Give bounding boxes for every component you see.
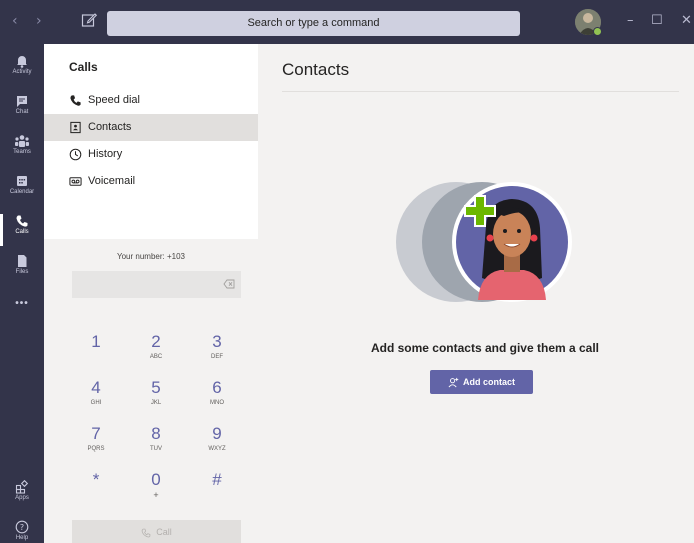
- back-arrow-icon[interactable]: ‹: [12, 13, 18, 29]
- phone-icon: [16, 215, 28, 227]
- apps-icon: [15, 480, 29, 494]
- dial-key-0[interactable]: 0 +: [126, 470, 186, 514]
- rail-item-apps[interactable]: Apps: [0, 476, 44, 516]
- rail-item-teams[interactable]: Teams: [0, 130, 44, 170]
- add-contact-label: Add contact: [462, 377, 515, 387]
- compose-icon[interactable]: [80, 11, 98, 29]
- add-person-icon: [448, 378, 459, 388]
- rail-item-calls[interactable]: Calls: [0, 210, 44, 250]
- rail-item-chat[interactable]: Chat: [0, 90, 44, 130]
- rail-item-label: Chat: [15, 109, 29, 115]
- rail-item-help[interactable]: ? Help: [0, 516, 44, 543]
- dial-key-8[interactable]: 8 TUV: [126, 424, 186, 468]
- presence-status-badge: [593, 27, 602, 36]
- dial-key-1[interactable]: 1: [66, 332, 126, 376]
- dial-key-5[interactable]: 5 JKL: [126, 378, 186, 422]
- contact-card-icon: [70, 121, 81, 134]
- add-contact-button[interactable]: Add contact: [430, 370, 533, 394]
- contacts-illustration: [396, 182, 572, 302]
- help-icon: ?: [15, 520, 29, 534]
- bell-icon: [17, 56, 27, 68]
- rail-item-label: Apps: [15, 495, 29, 501]
- phone-number-input[interactable]: [72, 271, 241, 298]
- maximize-button[interactable]: ☐: [651, 13, 663, 28]
- rail-item-label: Calls: [15, 229, 29, 235]
- backspace-icon[interactable]: [223, 279, 235, 289]
- rail-item-label: Activity: [12, 69, 32, 75]
- menu-item-voicemail[interactable]: Voicemail: [44, 168, 258, 195]
- search-input[interactable]: Search or type a command: [107, 11, 520, 36]
- minimize-button[interactable]: –: [627, 13, 634, 28]
- calls-pane: Calls Speed dial Contacts History Voicem…: [44, 44, 258, 543]
- rail-item-label: Calendar: [9, 189, 35, 195]
- menu-item-label: Contacts: [88, 121, 132, 133]
- menu-item-speed-dial[interactable]: Speed dial: [44, 87, 258, 114]
- call-button[interactable]: Call: [72, 520, 241, 543]
- dial-key-9[interactable]: 9 WXYZ: [187, 424, 247, 468]
- empty-state-message: Add some contacts and give them a call: [370, 341, 600, 355]
- rail-item-files[interactable]: Files: [0, 250, 44, 290]
- phone-icon: [141, 528, 151, 537]
- pane-title: Calls: [69, 60, 98, 74]
- more-apps-icon[interactable]: •••: [0, 298, 44, 338]
- voicemail-icon: [69, 177, 82, 186]
- dial-key-2[interactable]: 2 ABC: [126, 332, 186, 376]
- app-rail: Activity Chat Teams Calendar Calls Files…: [0, 44, 44, 543]
- menu-item-contacts[interactable]: Contacts: [44, 114, 258, 141]
- divider: [282, 91, 679, 92]
- svg-text:?: ?: [20, 523, 24, 532]
- menu-item-label: Voicemail: [88, 175, 136, 187]
- call-button-label: Call: [156, 527, 172, 537]
- file-icon: [18, 255, 27, 267]
- chat-icon: [17, 96, 27, 107]
- rail-item-activity[interactable]: Activity: [0, 50, 44, 90]
- phone-icon: [70, 95, 81, 106]
- clock-icon: [69, 148, 82, 161]
- menu-item-label: History: [88, 148, 123, 160]
- teams-icon: [15, 135, 29, 147]
- rail-item-calendar[interactable]: Calendar: [0, 170, 44, 210]
- calendar-icon: [17, 176, 27, 186]
- dial-key-7[interactable]: 7 PQRS: [66, 424, 126, 468]
- rail-item-label: Files: [15, 269, 29, 275]
- dial-key-6[interactable]: 6 MNO: [187, 378, 247, 422]
- close-button[interactable]: ✕: [681, 13, 692, 28]
- menu-item-label: Speed dial: [88, 94, 140, 106]
- dial-key-hash[interactable]: #: [187, 470, 247, 514]
- rail-item-label: Help: [15, 535, 29, 541]
- forward-arrow-icon[interactable]: ›: [36, 13, 42, 29]
- rail-item-label: Teams: [13, 149, 31, 155]
- dial-key-star[interactable]: *: [66, 470, 126, 514]
- dial-key-3[interactable]: 3 DEF: [187, 332, 247, 376]
- menu-item-history[interactable]: History: [44, 141, 258, 168]
- page-title: Contacts: [282, 60, 350, 79]
- main-content: Contacts Add some contacts and give them…: [258, 44, 694, 543]
- title-bar: ‹ › Search or type a command – ☐ ✕: [0, 0, 694, 44]
- your-number-label: Your number: +103: [117, 252, 185, 261]
- dial-key-4[interactable]: 4 GHI: [66, 378, 126, 422]
- dial-pad: Your number: +103 1 2 ABC 3 DEF 4 GHI 5 JKL …: [44, 239, 258, 543]
